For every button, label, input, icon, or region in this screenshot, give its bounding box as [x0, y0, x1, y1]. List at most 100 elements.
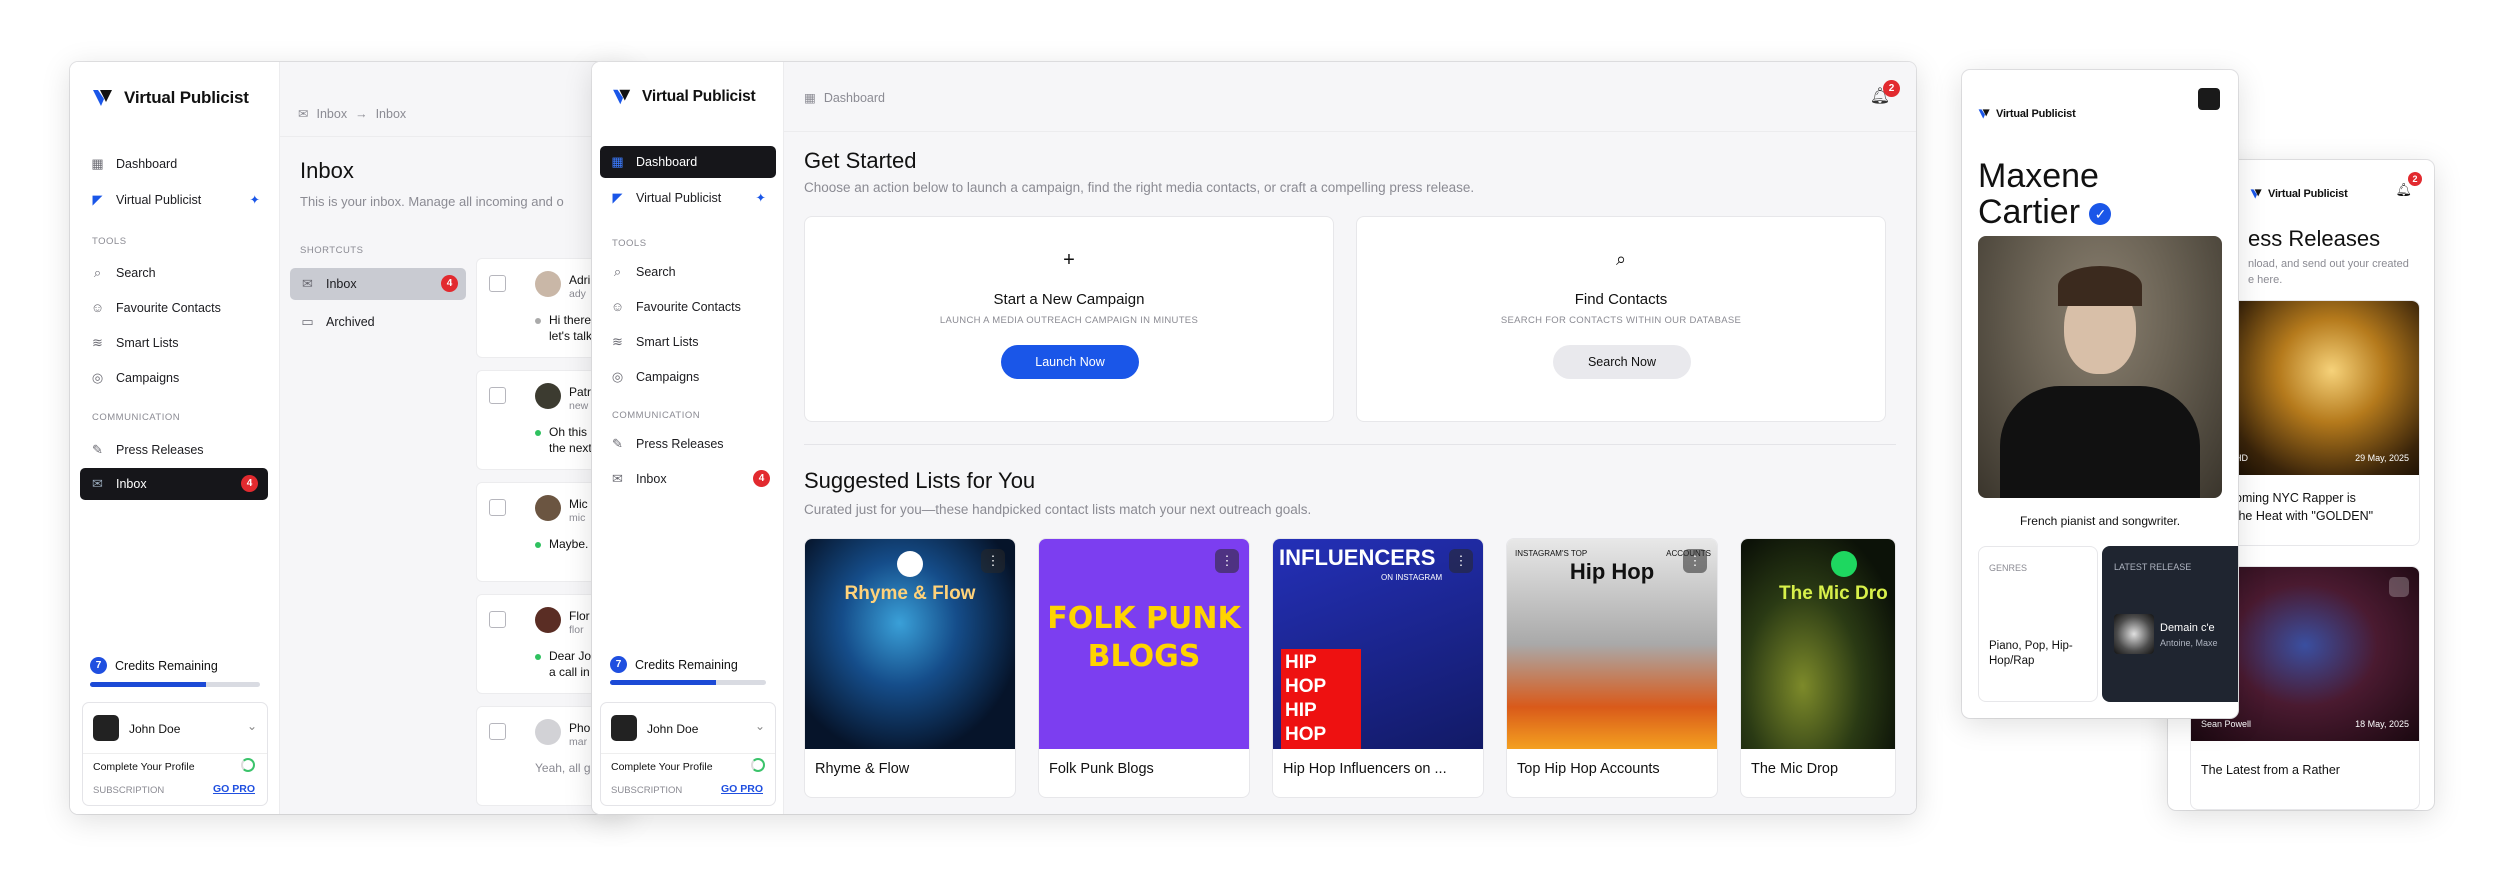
more-icon[interactable]: ⋮: [1449, 549, 1473, 573]
search-icon: ⌕: [1615, 249, 1627, 269]
avatar: [611, 715, 637, 741]
list-cover: The Mic Dro: [1741, 539, 1895, 749]
list-card[interactable]: Rhyme & Flow ⋮ Rhyme & Flow: [804, 538, 1016, 798]
sidebar: Virtual Publicist ▦ Dashboard ◤ Virtual Pu…: [592, 62, 784, 814]
user-name: John Doe: [129, 722, 181, 736]
subscription-label: SUBSCRIPTION: [93, 785, 165, 796]
go-pro-link[interactable]: GO PRO: [721, 783, 763, 795]
suggested-subtitle: Curated just for you—these handpicked co…: [804, 502, 1312, 517]
inbox-count-badge: 4: [753, 470, 770, 487]
more-icon[interactable]: ⋮: [1683, 549, 1707, 573]
nav-search[interactable]: ⌕ Search: [610, 264, 676, 279]
inbox-window: Virtual Publicist ▦ Dashboard ◤ Virtual Pu…: [70, 62, 630, 814]
user-card[interactable]: John Doe ⌄ Complete Your Profile SUBSCRI…: [600, 702, 776, 806]
nav-smart-lists[interactable]: ≋ Smart Lists: [610, 334, 698, 349]
list-card[interactable]: INSTAGRAM'S TOP ACCOUNTS Hip Hop ⋮ Top H…: [1506, 538, 1718, 798]
press-release-card[interactable]: HD 29 May, 2025 oming NYC Rapper is the …: [2224, 300, 2420, 546]
artist-name: Maxene Cartier ✓: [1978, 158, 2112, 230]
album-cover: [2114, 614, 2154, 654]
tools-label: TOOLS: [612, 238, 647, 249]
genres-card: GENRES Piano, Pop, Hip-Hop/Rap: [1978, 546, 2098, 702]
find-contacts-card[interactable]: ⌕ Find Contacts SEARCH FOR CONTACTS WITH…: [1356, 216, 1886, 422]
notification-badge: 2: [1883, 80, 1900, 97]
mail-icon: ✉: [302, 276, 313, 291]
megaphone-icon: ✎: [92, 441, 103, 457]
complete-profile[interactable]: Complete Your Profile: [611, 761, 713, 773]
credits-remaining: 7 Credits Remaining: [610, 656, 738, 673]
nav-workspace[interactable]: ◤ Virtual Publicist ✦: [610, 189, 767, 206]
bell-icon[interactable]: 🔔︎: [2395, 182, 2412, 198]
profile-window: Virtual Publicist Maxene Cartier ✓ Frenc…: [1962, 70, 2238, 718]
nav-inbox[interactable]: ✉ Inbox 4: [610, 470, 770, 487]
brand-name: Virtual Publicist: [2268, 188, 2348, 200]
communication-label: COMMUNICATION: [612, 410, 701, 421]
page-title: Inbox: [300, 158, 354, 183]
user-name: John Doe: [647, 722, 699, 736]
nav-dashboard[interactable]: ▦ Dashboard: [600, 146, 776, 178]
nav-favourites[interactable]: ☺ Favourite Contacts: [610, 299, 741, 314]
logo: Virtual Publicist: [92, 88, 249, 108]
start-campaign-card[interactable]: + Start a New Campaign LAUNCH A MEDIA OU…: [804, 216, 1334, 422]
brand-logo-icon: [613, 89, 631, 105]
suggested-title: Suggested Lists for You: [804, 468, 1036, 493]
inbox-count-badge: 4: [441, 275, 458, 292]
brand-small-icon: ◤: [612, 189, 623, 205]
brand-logo-icon: [1978, 109, 1990, 119]
megaphone-icon: ✎: [612, 435, 623, 451]
nav-inbox[interactable]: ✉ Inbox 4: [80, 468, 268, 500]
brand-name: Virtual Publicist: [1996, 108, 2076, 120]
users-icon: ☺: [90, 300, 105, 315]
more-icon[interactable]: [2389, 577, 2409, 597]
user-card[interactable]: John Doe ⌄ Complete Your Profile SUBSCRI…: [82, 702, 268, 806]
shortcut-archived[interactable]: ▭ Archived: [300, 313, 374, 329]
nav-press-releases[interactable]: ✎ Press Releases: [90, 442, 204, 457]
nav-favourites[interactable]: ☺ Favourite Contacts: [90, 300, 221, 315]
row-checkbox[interactable]: [489, 499, 506, 516]
nav-workspace[interactable]: ◤ Virtual Publicist ✦: [90, 192, 261, 208]
latest-release-card[interactable]: LATEST RELEASE Demain c'e Antoine, Maxe: [2102, 546, 2238, 702]
nav-campaigns[interactable]: ◎ Campaigns: [90, 370, 179, 385]
launch-now-button[interactable]: Launch Now: [1001, 345, 1139, 379]
sparkle-icon[interactable]: ✦: [250, 192, 260, 207]
list-card[interactable]: INFLUENCERS ON INSTAGRAM HIP HOP HIP HOP…: [1272, 538, 1484, 798]
avatar: [535, 607, 561, 633]
row-checkbox[interactable]: [489, 387, 506, 404]
nav-smart-lists[interactable]: ≋ Smart Lists: [90, 335, 178, 350]
credits-bar: [610, 680, 766, 685]
grid-icon: ▦: [91, 155, 104, 171]
list-card[interactable]: FOLK PUNK BLOGS ⋮ Folk Punk Blogs: [1038, 538, 1250, 798]
archive-icon: ▭: [301, 313, 314, 329]
chevron-down-icon[interactable]: ⌄: [247, 719, 257, 733]
nav-campaigns[interactable]: ◎ Campaigns: [610, 369, 699, 384]
progress-ring-icon: [751, 758, 765, 772]
go-pro-link[interactable]: GO PRO: [213, 783, 255, 795]
nav-press-releases[interactable]: ✎ Press Releases: [610, 436, 724, 451]
breadcrumb: ✉ Inbox → Inbox: [298, 106, 407, 122]
more-icon[interactable]: ⋮: [1215, 549, 1239, 573]
shortcut-inbox[interactable]: ✉ Inbox 4: [290, 268, 466, 300]
logo: Virtual Publicist: [612, 88, 756, 106]
sparkle-icon[interactable]: ✦: [756, 190, 766, 205]
list-card[interactable]: The Mic Dro The Mic Drop: [1740, 538, 1896, 798]
avatar: [535, 271, 561, 297]
chevron-down-icon[interactable]: ⌄: [755, 719, 765, 733]
get-started-subtitle: Choose an action below to launch a campa…: [804, 180, 1475, 195]
nav-dashboard[interactable]: ▦ Dashboard: [90, 156, 177, 171]
search-now-button[interactable]: Search Now: [1553, 345, 1691, 379]
users-icon: ☺: [610, 299, 625, 314]
row-checkbox[interactable]: [489, 611, 506, 628]
row-checkbox[interactable]: [489, 275, 506, 292]
spotify-icon: [897, 551, 923, 577]
avatar: [93, 715, 119, 741]
target-icon: ◎: [611, 368, 624, 384]
avatar[interactable]: [2198, 88, 2220, 110]
avatar: [535, 719, 561, 745]
search-icon: ⌕: [93, 264, 102, 280]
complete-profile[interactable]: Complete Your Profile: [93, 761, 195, 773]
brand-logo-icon: [2250, 189, 2262, 199]
grid-icon: ▦: [611, 154, 624, 169]
row-checkbox[interactable]: [489, 723, 506, 740]
spotify-icon: [1831, 551, 1857, 577]
nav-search[interactable]: ⌕ Search: [90, 265, 156, 280]
more-icon[interactable]: ⋮: [981, 549, 1005, 573]
